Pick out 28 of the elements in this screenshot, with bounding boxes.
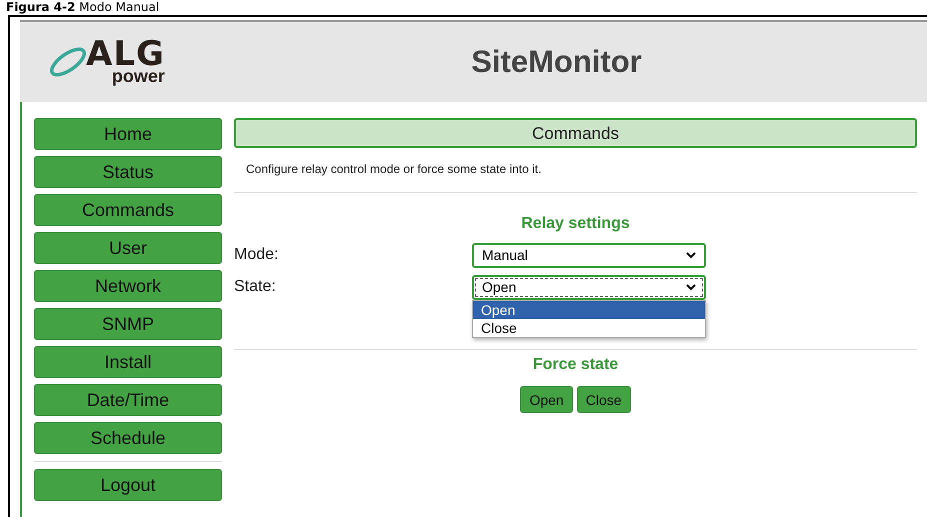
nav-button[interactable]: Commands <box>34 194 222 226</box>
field-label: State: <box>234 278 277 296</box>
nav-button[interactable]: Date/Time <box>34 384 222 416</box>
field-label: Mode: <box>234 246 280 264</box>
nav-button[interactable]: Status <box>34 156 222 188</box>
relay-settings-title: Relay settings <box>520 215 631 233</box>
nav-button[interactable]: Home <box>34 118 222 150</box>
logout-button[interactable]: Logout <box>34 469 222 501</box>
figure-caption: Figura 4-2 Modo Manual <box>5 0 160 15</box>
nav-button[interactable]: Network <box>34 270 222 302</box>
force-state-title: Force state <box>532 356 620 374</box>
nav-button[interactable]: Schedule <box>34 422 222 454</box>
site-title: SiteMonitor <box>470 44 643 80</box>
nav-button[interactable]: User <box>34 232 222 264</box>
logo-subtitle: power <box>112 67 165 85</box>
section-heading: Commands <box>234 118 917 148</box>
nav-button[interactable]: SNMP <box>34 308 222 340</box>
force-button[interactable]: Close <box>576 386 631 413</box>
dropdown-option[interactable]: Close <box>473 318 705 336</box>
nav-button[interactable]: Install <box>34 346 222 378</box>
dropdown-option[interactable]: Open <box>473 300 705 318</box>
chevron-icon <box>686 284 696 290</box>
dropdown-field[interactable]: Open <box>472 274 706 300</box>
brand-logo: ALG <box>86 39 165 69</box>
dropdown-field[interactable]: Manual <box>472 242 706 268</box>
description-text: Configure relay control mode or force some state into it. <box>245 161 542 178</box>
chevron-icon <box>686 252 696 258</box>
force-button[interactable]: Open <box>520 386 573 413</box>
